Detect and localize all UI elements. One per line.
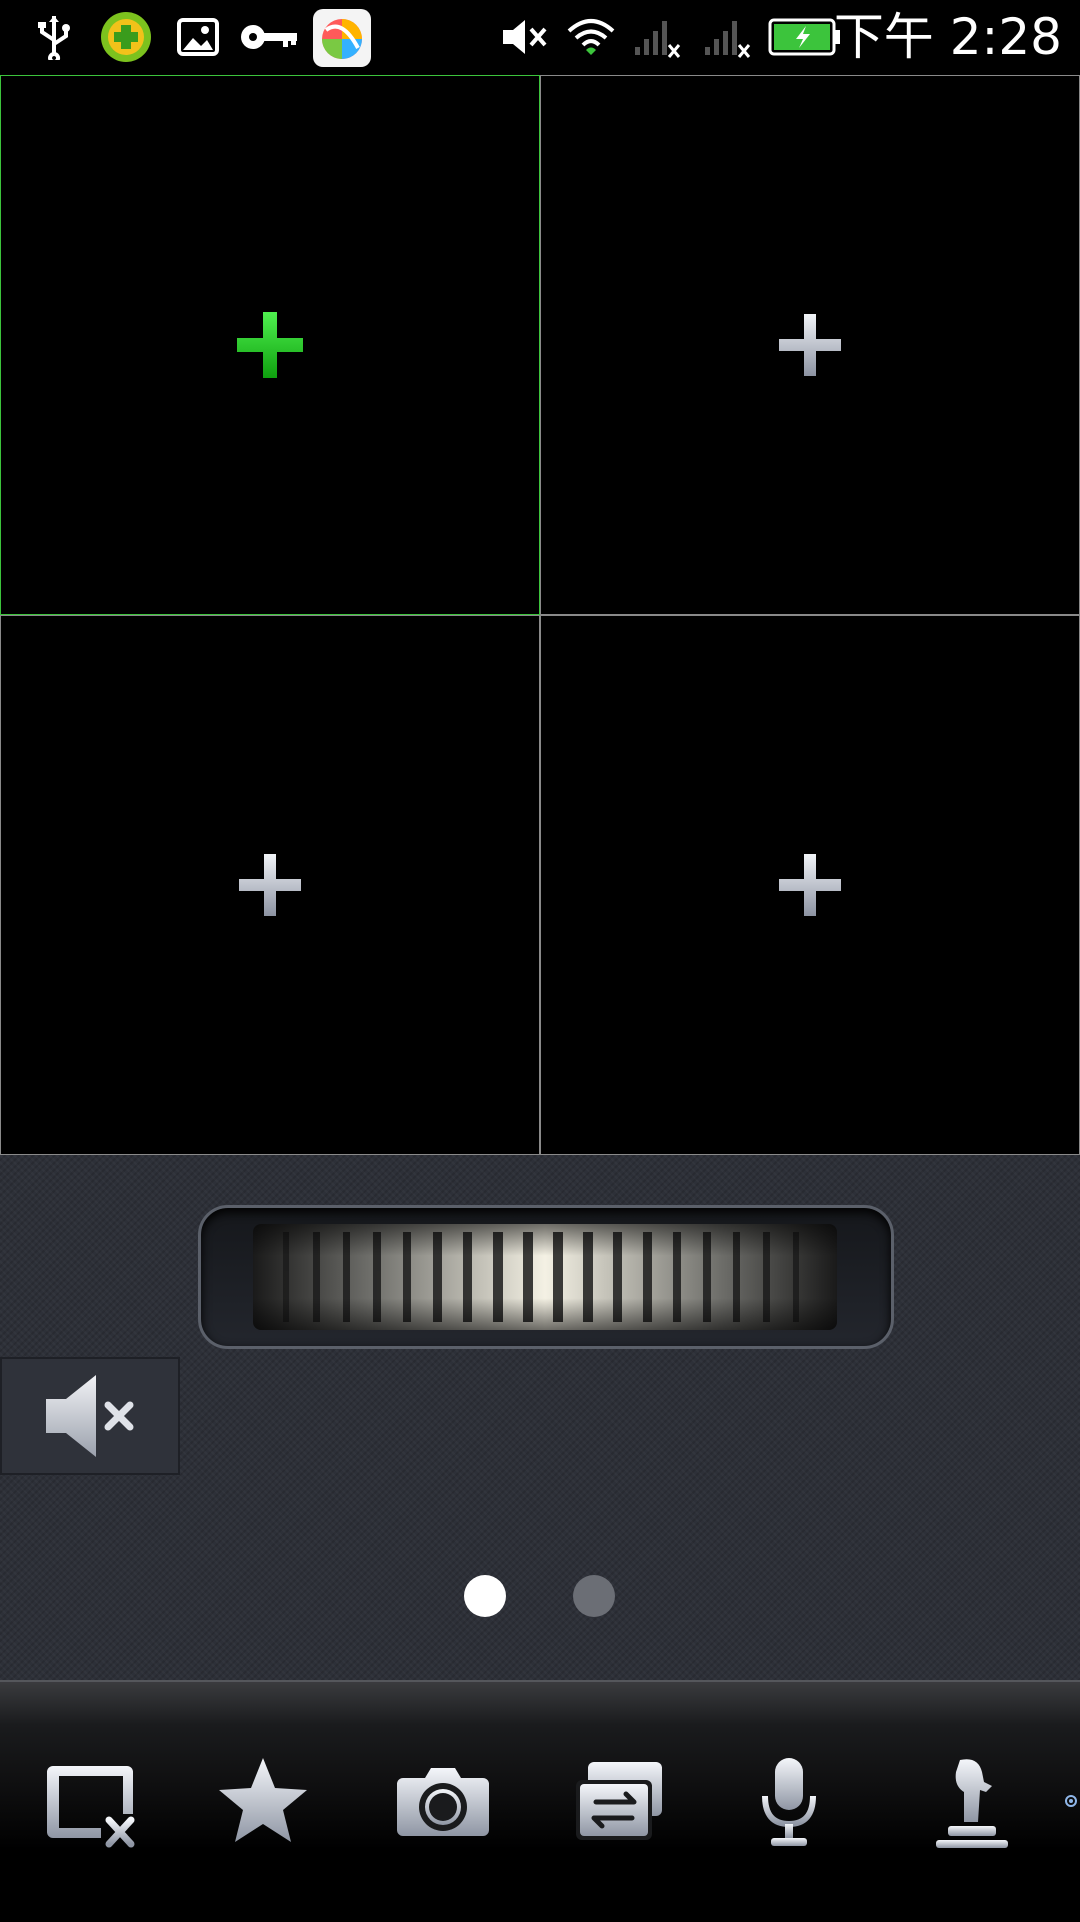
mute-status-icon: [500, 12, 550, 62]
usb-icon: [34, 12, 74, 62]
more-options-icon[interactable]: [1064, 1794, 1078, 1808]
snapshot-button[interactable]: [388, 1752, 498, 1852]
microphone-button[interactable]: [734, 1752, 844, 1852]
security-app-icon: [98, 12, 154, 62]
add-camera-icon[interactable]: [775, 310, 845, 380]
video-cell-2[interactable]: [540, 75, 1080, 615]
page-dot-active[interactable]: [464, 1575, 506, 1617]
add-camera-icon[interactable]: [235, 850, 305, 920]
switch-stream-icon: [576, 1762, 662, 1840]
ptz-control-button[interactable]: [915, 1752, 1025, 1852]
favorite-star-icon: [219, 1758, 307, 1842]
status-clock: 下午 2:28: [833, 8, 1062, 66]
favorite-button[interactable]: [208, 1752, 318, 1852]
key-icon: [238, 12, 300, 62]
add-camera-icon[interactable]: [775, 850, 845, 920]
bottom-toolbar: [0, 1680, 1080, 1922]
signal-2-no-service-icon: [702, 12, 754, 62]
switch-stream-button[interactable]: [563, 1752, 673, 1852]
video-cell-4[interactable]: [540, 615, 1080, 1155]
speaker-muted-icon: [46, 1375, 134, 1457]
page-dot-inactive[interactable]: [573, 1575, 615, 1617]
video-grid: [0, 75, 1080, 1155]
signal-1-no-service-icon: [632, 12, 684, 62]
control-panel: [0, 1155, 1080, 1680]
video-cell-1[interactable]: [0, 75, 540, 615]
app-store-icon: [312, 8, 372, 68]
snapshot-camera-icon: [397, 1768, 489, 1836]
ptz-control-icon: [936, 1759, 1008, 1848]
close-window-button[interactable]: [34, 1752, 144, 1852]
page-indicator: [0, 1575, 1080, 1619]
video-cell-3[interactable]: [0, 615, 540, 1155]
ptz-wheel-frame: [198, 1205, 894, 1349]
battery-charging-icon: [768, 12, 842, 62]
add-camera-icon[interactable]: [235, 310, 305, 380]
ptz-scroll-wheel[interactable]: [253, 1224, 837, 1330]
image-icon: [176, 12, 220, 62]
status-bar: 下午 2:28: [0, 0, 1080, 75]
mute-button[interactable]: [0, 1357, 180, 1475]
microphone-icon: [762, 1758, 816, 1846]
close-window-icon: [47, 1766, 135, 1848]
wifi-icon: [566, 12, 616, 62]
